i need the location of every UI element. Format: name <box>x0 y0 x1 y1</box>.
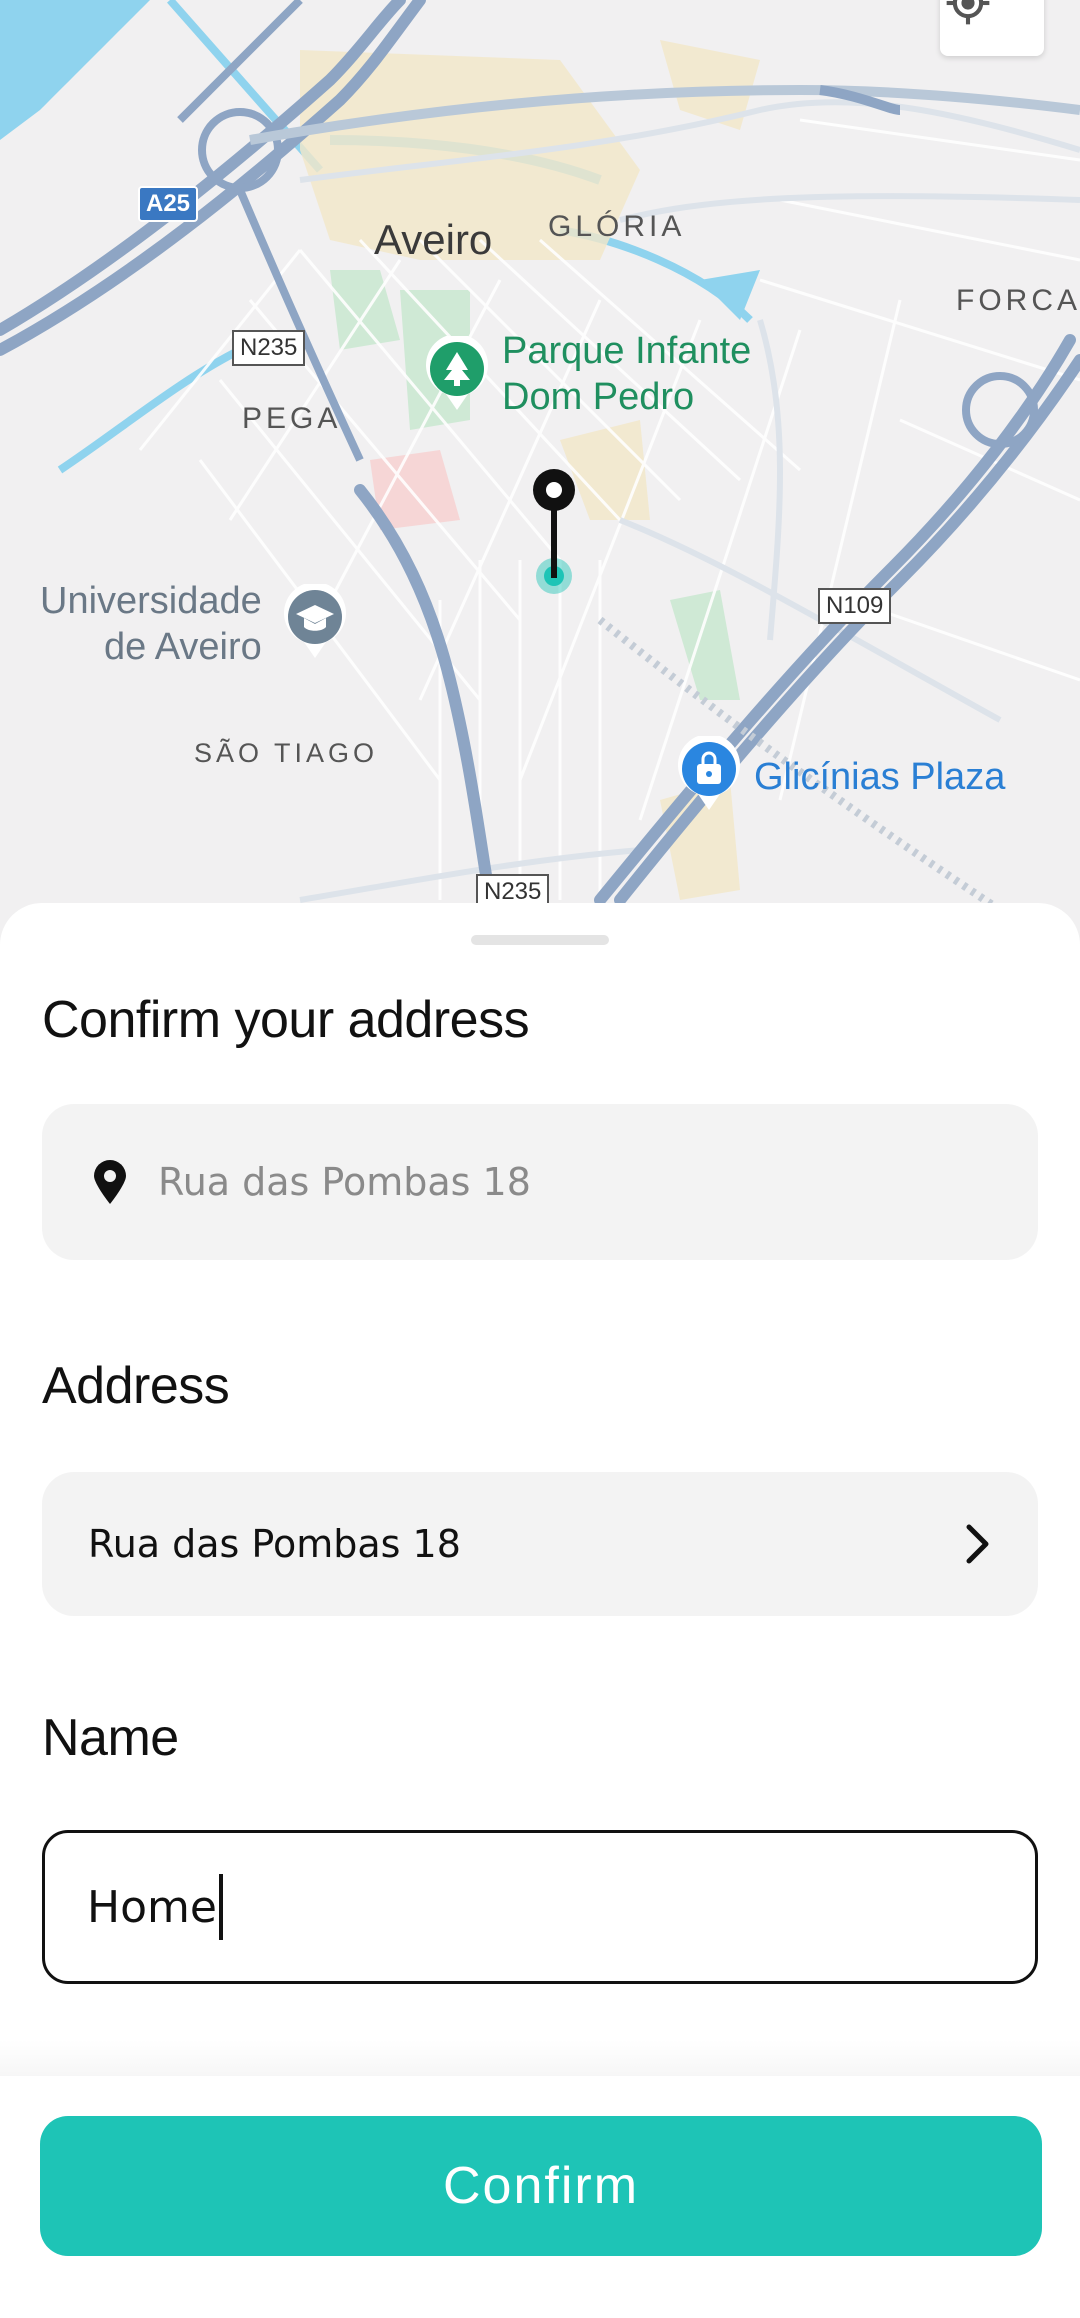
crosshair-location-icon <box>946 0 990 25</box>
graduation-cap-icon <box>284 584 346 658</box>
chevron-right-icon <box>966 1524 989 1564</box>
map-pin-icon <box>94 1160 126 1204</box>
map-view[interactable]: A25 N235 N235 N109 Aveiro GLÓRIA FORCA P… <box>0 0 1080 960</box>
address-search-input[interactable]: Rua das Pombas 18 <box>42 1104 1038 1260</box>
district-label: SÃO TIAGO <box>194 738 379 768</box>
university-label: Universidade de Aveiro <box>40 580 262 668</box>
sheet-title: Confirm your address <box>42 991 530 1049</box>
district-label: GLÓRIA <box>548 210 686 243</box>
city-label: Aveiro <box>374 216 493 263</box>
text-cursor <box>218 1874 223 1940</box>
shopping-bag-icon <box>678 736 740 810</box>
address-value: Rua das Pombas 18 <box>88 1522 461 1566</box>
plaza-label: Glicínias Plaza <box>754 756 1006 798</box>
n235-shield: N235 <box>232 330 306 366</box>
tree-icon <box>426 336 488 410</box>
n109-shield: N109 <box>818 588 892 624</box>
name-value: Home <box>87 1881 217 1933</box>
drop-pin-marker-icon <box>533 469 575 594</box>
address-selector[interactable]: Rua das Pombas 18 <box>42 1472 1038 1616</box>
district-label: PEGA <box>242 402 342 435</box>
district-label: FORCA <box>956 284 1080 317</box>
sheet-drag-handle[interactable] <box>471 935 609 945</box>
a25-shield: A25 <box>138 186 199 222</box>
search-placeholder: Rua das Pombas 18 <box>158 1160 531 1204</box>
bottom-divider-shadow <box>0 2040 1080 2078</box>
name-input[interactable]: Home <box>42 1830 1038 1984</box>
name-label: Name <box>42 1709 179 1767</box>
locate-me-button[interactable] <box>940 0 1044 56</box>
park-label: Parque Infante Dom Pedro <box>502 330 752 418</box>
address-label: Address <box>42 1357 230 1415</box>
confirm-button[interactable]: Confirm <box>40 2116 1042 2256</box>
